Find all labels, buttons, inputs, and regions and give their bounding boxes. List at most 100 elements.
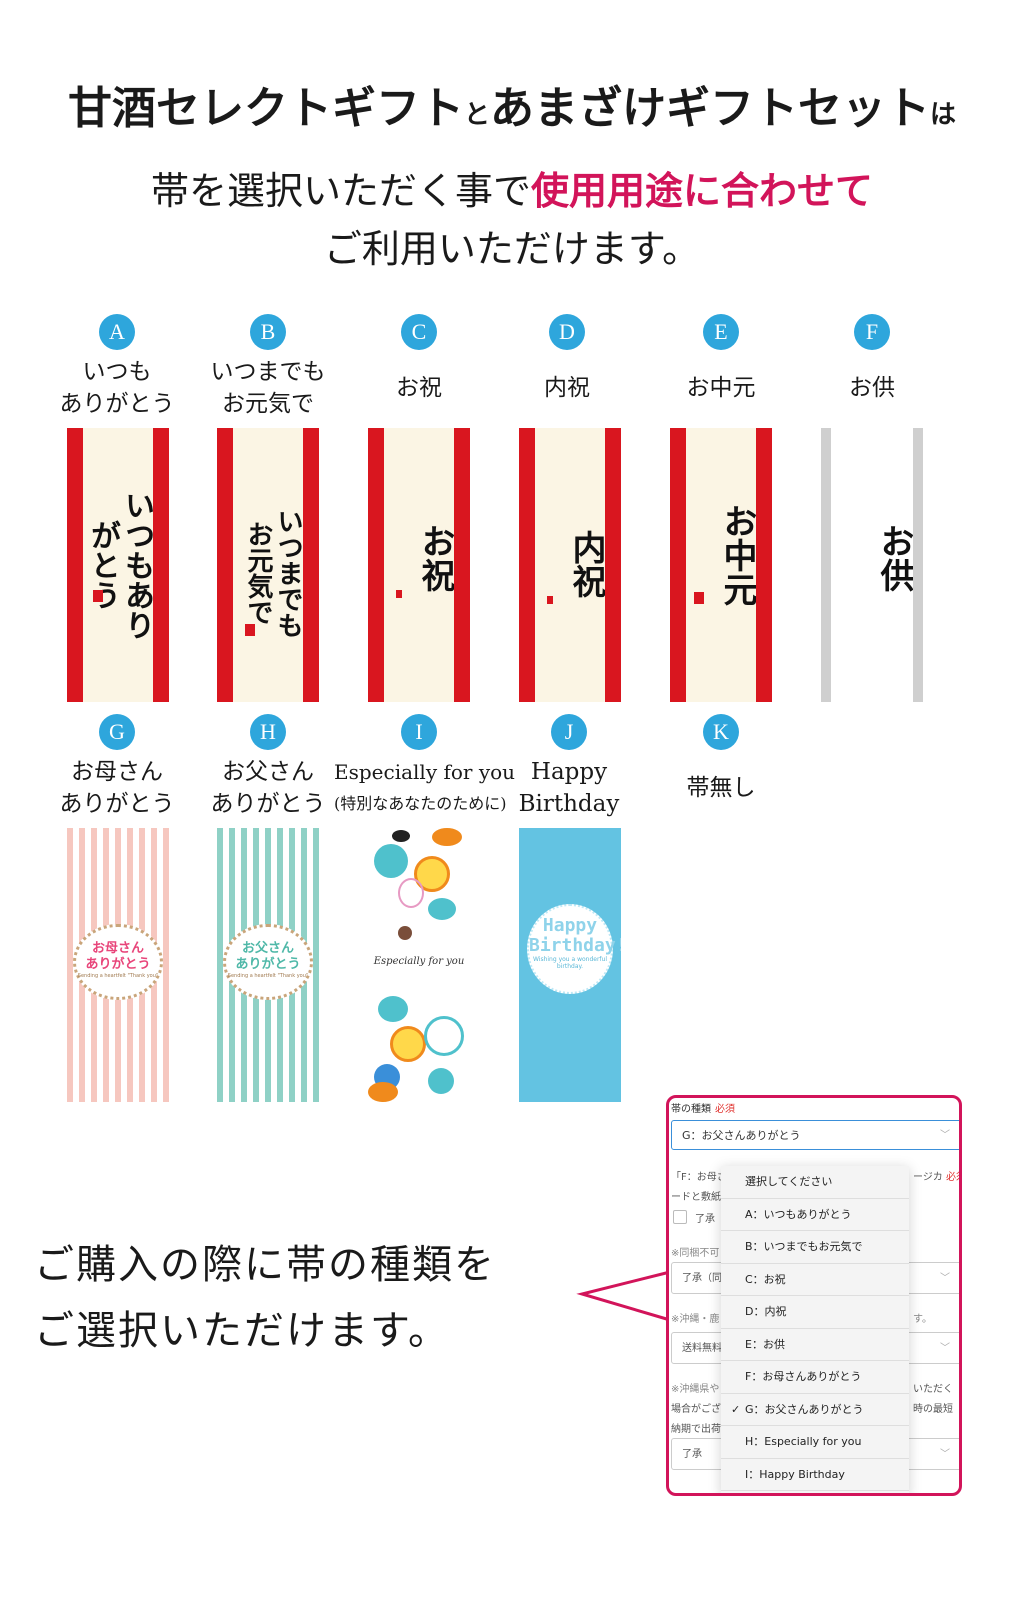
band-label-c: お祝 bbox=[396, 375, 442, 401]
chevron-down-icon: ﹀ bbox=[940, 1343, 950, 1354]
seal-icon bbox=[396, 590, 402, 598]
band-option-g: G お母さん ありがとう bbox=[42, 714, 192, 820]
dropdown-option[interactable]: I：Happy Birthday bbox=[721, 1459, 909, 1491]
bg-text: 場合がござ bbox=[671, 1404, 721, 1415]
band-art-text: ありがとう bbox=[235, 957, 301, 972]
label-line: ありがとう bbox=[210, 791, 326, 817]
label-line: お父さん bbox=[222, 759, 314, 785]
band-option-d: D 内祝 bbox=[492, 314, 642, 404]
pattern-circle bbox=[378, 996, 408, 1022]
chevron-down-icon: ﹀ bbox=[940, 1273, 950, 1284]
dropdown-option[interactable]: D：内祝 bbox=[721, 1296, 909, 1329]
band-art-small: Wishing you a wonderful birthday. bbox=[532, 956, 608, 970]
badge-d: D bbox=[549, 314, 585, 350]
label-line: いつも bbox=[82, 359, 152, 385]
wreath-frame: お母さん ありがとう Sending a heartfelt "Thank yo… bbox=[73, 924, 163, 1000]
pattern-circle bbox=[424, 1016, 464, 1056]
title-part2: あまざけギフトセット bbox=[490, 83, 930, 134]
bg-text: 了承（同 bbox=[682, 1273, 722, 1284]
badge-h: H bbox=[250, 714, 286, 750]
dropdown-option[interactable]: 選択してください bbox=[721, 1166, 909, 1199]
band-type-select[interactable]: G：お父さんありがとう ﹀ bbox=[671, 1120, 959, 1150]
pattern-circle bbox=[390, 1026, 426, 1062]
subtitle-prefix: 帯を選択いただく事で bbox=[150, 169, 531, 213]
select-value: G：お父さんありがとう bbox=[682, 1129, 801, 1142]
bg-text: 納期で出荷 bbox=[671, 1424, 721, 1435]
bg-text: 送料無料 bbox=[682, 1343, 722, 1354]
form-screenshot: 帯の種類必須 G：お父さんありがとう﹀ 「F：お母さ ージカ 必須 ードと敷紙 … bbox=[666, 1095, 962, 1496]
band-label-b: いつまでも お元気で bbox=[193, 356, 343, 420]
band-label-d: 内祝 bbox=[544, 375, 590, 401]
band-image-g: お母さん ありがとう Sending a heartfelt "Thank yo… bbox=[67, 828, 169, 1102]
chevron-down-icon: ﹀ bbox=[940, 1449, 950, 1460]
label-line: お母さん bbox=[71, 759, 163, 785]
label-line: Especially for you bbox=[334, 760, 516, 784]
page-title: 甘酒セレクトギフトとあまざけギフトセットは bbox=[0, 72, 1024, 136]
bg-text-part: 必須 bbox=[946, 1172, 959, 1183]
pattern-circle bbox=[392, 830, 410, 842]
badge-e: E bbox=[703, 314, 739, 350]
badge-a: A bbox=[99, 314, 135, 350]
band-art-text: Especially for you bbox=[373, 956, 465, 967]
band-art-small: Sending a heartfelt "Thank you" bbox=[227, 973, 309, 979]
band-option-a: A いつも ありがとう bbox=[42, 314, 192, 420]
band-option-i: I Especially for you (特別なあなたのために) bbox=[334, 714, 516, 820]
pattern-circle bbox=[398, 926, 412, 940]
band-label-e: お中元 bbox=[686, 375, 756, 401]
subtitle-line1: 帯を選択いただく事で使用用途に合わせて bbox=[0, 160, 1024, 215]
bg-text: 「F：お母さ bbox=[671, 1172, 727, 1183]
dropdown-option[interactable]: F：お母さんありがとう bbox=[721, 1361, 909, 1394]
band-art-text: いつもありがとう bbox=[85, 490, 154, 640]
dropdown-option-selected[interactable]: ✓ G：お父さんありがとう bbox=[721, 1394, 909, 1426]
seal-icon bbox=[547, 596, 553, 604]
band-option-h: H お父さんありがとう bbox=[193, 714, 343, 820]
dropdown-option[interactable]: A：いつもありがとう bbox=[721, 1199, 909, 1231]
title-tail: は bbox=[930, 100, 957, 130]
band-image-b: いつまでもお元気で bbox=[217, 428, 319, 702]
cta-line1: ご購入の際に帯の種類を bbox=[34, 1242, 496, 1288]
cta-line2: ご選択いただけます。 bbox=[34, 1308, 450, 1354]
band-label-h: お父さん ありがとう bbox=[193, 756, 343, 820]
bg-text: ージカ 必須 bbox=[913, 1168, 959, 1183]
badge-b: B bbox=[250, 314, 286, 350]
badge-k: K bbox=[703, 714, 739, 750]
band-option-b: B いつまでも お元気で bbox=[193, 314, 343, 420]
dropdown-option[interactable]: C：お祝 bbox=[721, 1264, 909, 1296]
dropdown-option[interactable]: E：お供 bbox=[721, 1329, 909, 1361]
band-label-j: Happy Birthday bbox=[494, 756, 644, 820]
dropdown-option[interactable]: B：いつまでもお元気で bbox=[721, 1231, 909, 1264]
subtitle-accent: 使用用途に合わせて bbox=[531, 169, 874, 213]
checkmark-icon: ✓ bbox=[731, 1402, 741, 1416]
band-art-text: ありがとう bbox=[85, 957, 151, 972]
band-label-a: いつも ありがとう bbox=[42, 356, 192, 420]
band-art-text: お母さん bbox=[91, 941, 144, 956]
band-image-c: お祝 bbox=[368, 428, 470, 702]
option-label: 選択してください bbox=[745, 1175, 833, 1188]
band-art-text: いつまでもお元気で bbox=[243, 508, 303, 638]
label-line: Birthday bbox=[518, 791, 620, 817]
seal-icon bbox=[694, 592, 704, 604]
option-label: G：お父さんありがとう bbox=[745, 1402, 864, 1416]
bg-text: ※沖縄・鹿 bbox=[671, 1314, 720, 1325]
badge-i: I bbox=[401, 714, 437, 750]
agree-checkbox[interactable] bbox=[673, 1210, 687, 1224]
band-art-text: 内祝 bbox=[566, 530, 606, 598]
bg-text: ※沖縄県や bbox=[671, 1384, 720, 1395]
band-image-e: お中元 bbox=[670, 428, 772, 702]
band-label-f: お供 bbox=[849, 375, 895, 401]
bg-text: す。 bbox=[913, 1314, 932, 1325]
title-join: と bbox=[463, 100, 490, 130]
band-image-j: Happy Birthday! Wishing you a wonderful … bbox=[519, 828, 621, 1102]
bg-text: ードと敷紙 bbox=[671, 1192, 721, 1203]
label-line: いつまでも bbox=[210, 359, 326, 385]
pattern-circle bbox=[368, 1082, 398, 1102]
bg-text: 了承 bbox=[682, 1449, 702, 1460]
cta-text: ご購入の際に帯の種類を ご選択いただけます。 bbox=[34, 1232, 496, 1364]
badge-f: F bbox=[854, 314, 890, 350]
bg-text-part: ージカ bbox=[913, 1172, 943, 1183]
dropdown-option[interactable]: H：Especially for you bbox=[721, 1426, 909, 1459]
band-option-f: F お供 bbox=[797, 314, 947, 404]
option-label: C：お祝 bbox=[745, 1272, 786, 1286]
band-label-k: 帯無し bbox=[686, 775, 756, 801]
callout-pointer bbox=[576, 1270, 671, 1322]
